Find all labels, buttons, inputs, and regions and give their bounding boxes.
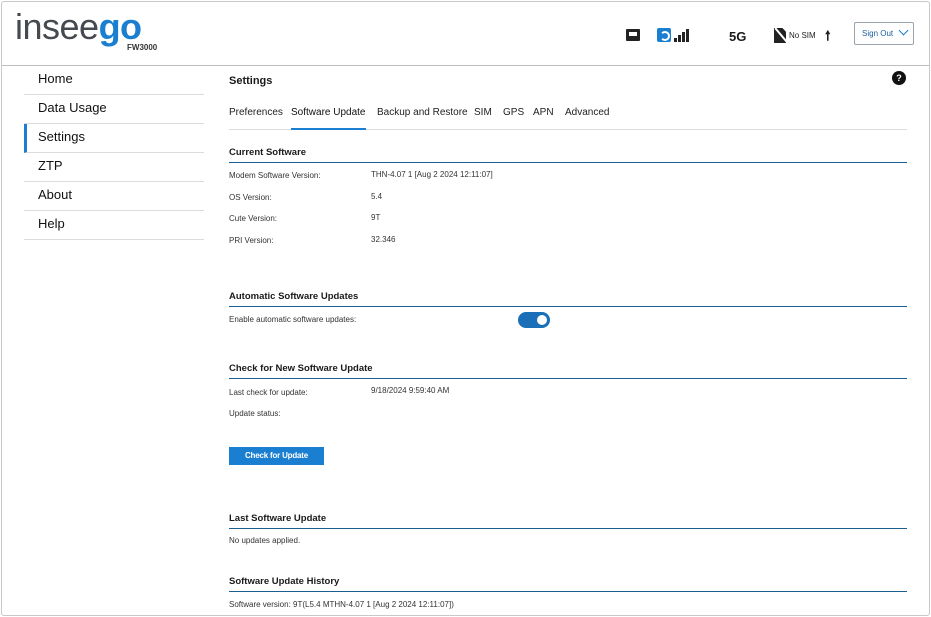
sidebar-item-settings[interactable]: Settings — [24, 124, 204, 153]
sidebar-item-data-usage[interactable]: Data Usage — [24, 95, 204, 124]
network-type: 5G — [729, 29, 747, 44]
history-heading: Software Update History — [229, 576, 907, 592]
sidebar-item-help[interactable]: Help — [24, 211, 204, 240]
tab-preferences[interactable]: Preferences — [229, 107, 283, 130]
sidebar-item-home[interactable]: Home — [24, 66, 204, 95]
help-icon[interactable]: ? — [892, 71, 906, 85]
model-label: FW3000 — [127, 43, 158, 52]
modem-version-value: THN-4.07 1 [Aug 2 2024 12:11:07] — [371, 170, 493, 179]
settings-tabs: Preferences Software Update Backup and R… — [229, 107, 907, 130]
upload-arrow-icon: 🠕 — [825, 28, 831, 43]
last-check-label: Last check for update: — [229, 388, 308, 397]
last-update-text: No updates applied. — [229, 536, 301, 545]
tab-apn[interactable]: APN — [533, 107, 554, 130]
cute-version-value: 9T — [371, 213, 381, 222]
check-for-update-button[interactable]: Check for Update — [229, 447, 324, 465]
modem-version-label: Modem Software Version: — [229, 171, 321, 180]
sidebar: Home Data Usage Settings ZTP About Help — [24, 66, 204, 240]
tab-software-update[interactable]: Software Update — [291, 107, 366, 130]
pri-version-label: PRI Version: — [229, 236, 274, 245]
update-status-label: Update status: — [229, 409, 281, 418]
ethernet-icon — [626, 29, 640, 41]
check-update-heading: Check for New Software Update — [229, 363, 907, 379]
last-update-heading: Last Software Update — [229, 513, 907, 529]
tab-advanced[interactable]: Advanced — [565, 107, 609, 130]
tab-gps[interactable]: GPS — [503, 107, 524, 130]
app-window: inseego FW3000 5G No SIM 🠕 Sign Out Home… — [1, 1, 930, 616]
header: inseego FW3000 5G No SIM 🠕 Sign Out — [2, 2, 929, 66]
sign-out-button[interactable]: Sign Out — [854, 22, 914, 45]
current-software-heading: Current Software — [229, 147, 907, 163]
sidebar-item-about[interactable]: About — [24, 182, 204, 211]
auto-updates-heading: Automatic Software Updates — [229, 291, 907, 307]
tab-backup-and-restore[interactable]: Backup and Restore — [377, 107, 468, 130]
page-title: Settings — [229, 75, 273, 87]
auto-updates-label: Enable automatic software updates: — [229, 315, 357, 324]
os-version-label: OS Version: — [229, 193, 272, 202]
os-version-value: 5.4 — [371, 192, 383, 201]
last-check-value: 9/18/2024 9:59:40 AM — [371, 386, 450, 395]
signal-bars-icon — [674, 28, 692, 42]
no-sim-icon — [774, 28, 786, 43]
wifi-icon[interactable] — [657, 28, 671, 42]
sim-status: No SIM — [789, 31, 816, 40]
cute-version-label: Cute Version: — [229, 214, 278, 223]
tab-sim[interactable]: SIM — [474, 107, 492, 130]
inseego-logo[interactable]: inseego — [15, 6, 142, 48]
pri-version-value: 32.346 — [371, 235, 396, 244]
auto-updates-toggle[interactable] — [518, 312, 550, 328]
history-text: Software version: 9T(L5.4 MTHN-4.07 1 [A… — [229, 600, 454, 609]
chevron-down-icon — [898, 25, 909, 36]
sidebar-item-ztp[interactable]: ZTP — [24, 153, 204, 182]
